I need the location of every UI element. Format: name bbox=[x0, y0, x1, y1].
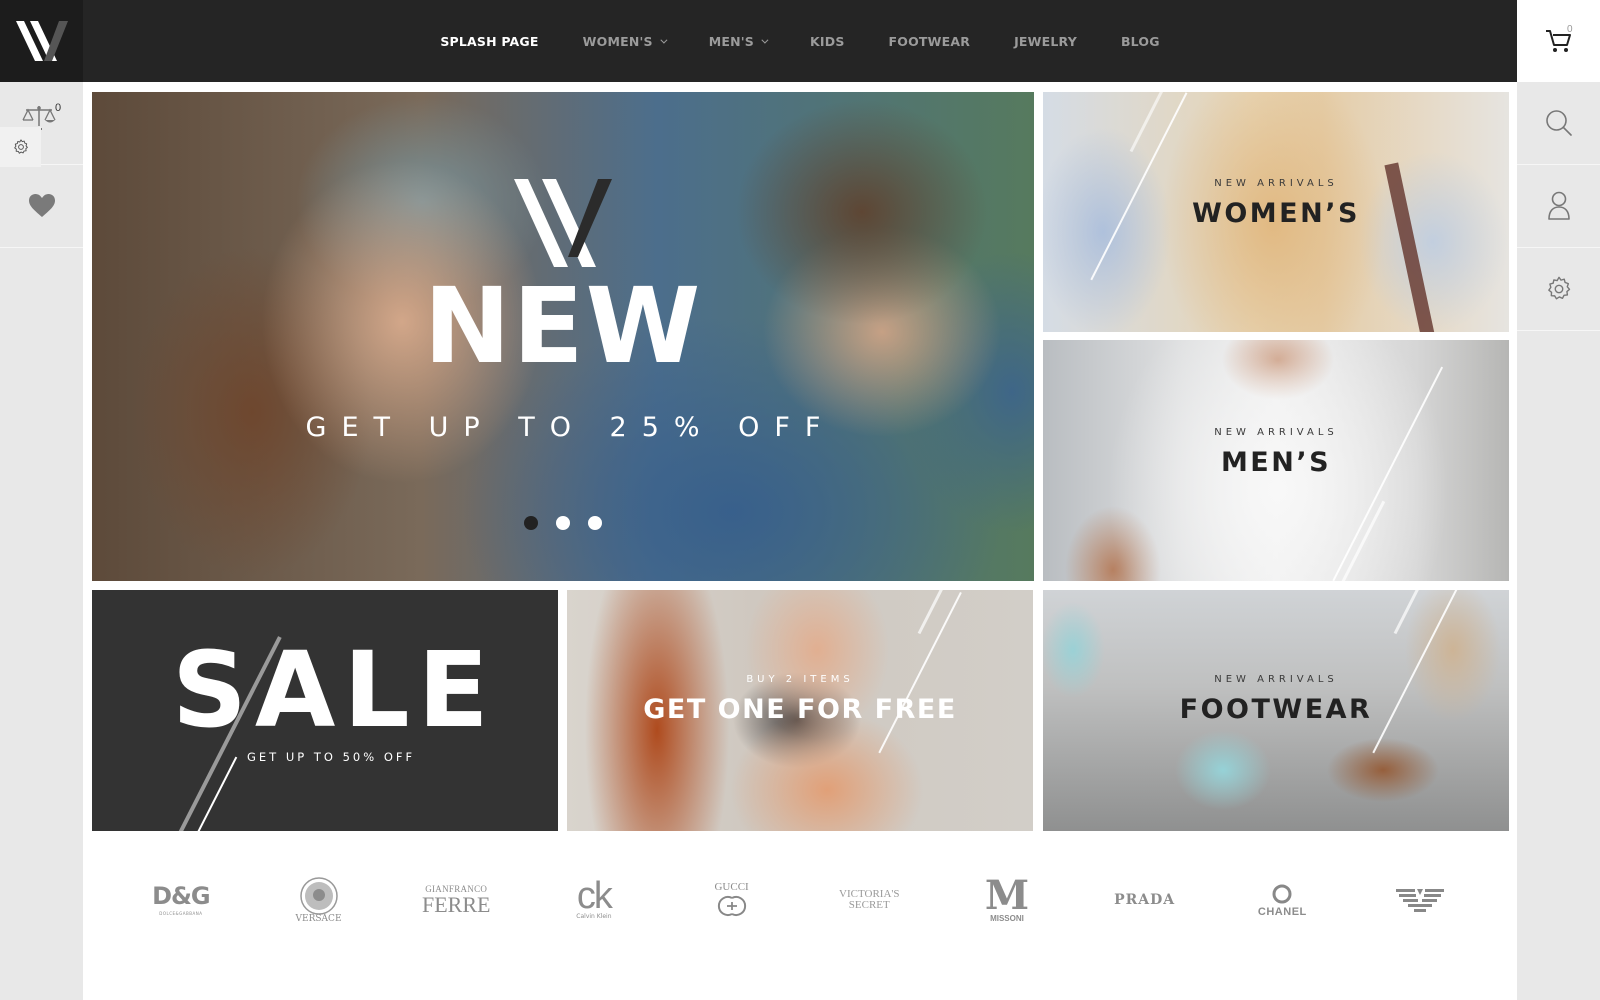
versace-medusa-icon bbox=[299, 877, 338, 915]
nav-mens[interactable]: MEN'S bbox=[687, 34, 788, 49]
chevron-down-icon bbox=[761, 36, 769, 44]
brand-victorias-secret[interactable]: VICTORIA'S SECRET bbox=[819, 865, 919, 935]
nav-label: BLOG bbox=[1120, 33, 1160, 49]
nav-womens[interactable]: WOMEN'S bbox=[561, 34, 687, 49]
gear-icon bbox=[1547, 276, 1570, 300]
right-sidebar bbox=[1517, 82, 1600, 1000]
tile-title: WOMEN’S bbox=[1192, 198, 1360, 229]
nav-label: FOOTWEAR bbox=[888, 33, 971, 49]
chevron-down-icon bbox=[660, 36, 668, 44]
nav-label: JEWELRY bbox=[1014, 33, 1077, 49]
nav-label: SPLASH PAGE bbox=[440, 33, 539, 49]
brand-gucci[interactable]: GUCCI bbox=[682, 865, 782, 935]
brand-subname: DOLCE&GABBANA bbox=[159, 911, 203, 916]
tile-eyebrow: BUY 2 ITEMS bbox=[746, 674, 854, 685]
top-header: SPLASH PAGE WOMEN'S MEN'S KIDS FOOTWEAR … bbox=[0, 0, 1600, 82]
chanel-cc-icon bbox=[1272, 884, 1292, 904]
tile-eyebrow: NEW ARRIVALS bbox=[1214, 674, 1338, 685]
hero-subtitle: GET UP TO 25% OFF bbox=[305, 412, 836, 443]
nav-footwear[interactable]: FOOTWEAR bbox=[867, 34, 993, 49]
hero-title: NEW bbox=[423, 265, 703, 387]
wishlist-button[interactable] bbox=[0, 165, 83, 248]
sale-banner-tile[interactable]: SALE GET UP TO 50% OFF bbox=[92, 590, 558, 831]
slider-dot-1[interactable] bbox=[524, 516, 538, 530]
tile-title: MEN’S bbox=[1220, 447, 1332, 478]
brand-armani[interactable] bbox=[1370, 865, 1470, 935]
decorative-line bbox=[197, 756, 237, 831]
main-nav: SPLASH PAGE WOMEN'S MEN'S KIDS FOOTWEAR … bbox=[83, 0, 1517, 82]
user-icon bbox=[1547, 191, 1570, 220]
tile-title: FOOTWEAR bbox=[1179, 694, 1373, 725]
brand-versace[interactable]: VERSACE bbox=[269, 865, 369, 935]
brand-name: PRADA bbox=[1114, 892, 1176, 908]
hero-slider[interactable]: NEW GET UP TO 25% OFF bbox=[92, 92, 1034, 581]
brand-calvin-klein[interactable]: ck Calvin Klein bbox=[544, 865, 644, 935]
brand-subname: Calvin Klein bbox=[576, 912, 612, 920]
slider-dot-3[interactable] bbox=[588, 516, 602, 530]
brand-name: FERRE bbox=[421, 892, 491, 917]
nav-splash-page[interactable]: SPLASH PAGE bbox=[418, 34, 560, 49]
settings-tab-button[interactable] bbox=[0, 127, 41, 167]
hero-logo-w-icon bbox=[514, 179, 612, 267]
brand-name: ck bbox=[576, 875, 613, 918]
mens-category-tile[interactable]: NEW ARRIVALS MEN’S bbox=[1043, 340, 1509, 581]
nav-jewelry[interactable]: JEWELRY bbox=[992, 34, 1099, 49]
brand-ferre[interactable]: GIANFRANCO FERRE bbox=[406, 865, 506, 935]
compare-button[interactable]: 0 bbox=[0, 82, 83, 167]
left-sidebar: 0 bbox=[0, 82, 83, 1000]
brand-mark: M bbox=[984, 871, 1030, 919]
decorative-line bbox=[917, 590, 944, 635]
cart-button[interactable]: 0 bbox=[1517, 0, 1600, 82]
site-logo[interactable] bbox=[0, 0, 83, 82]
brand-name: MISSONI bbox=[990, 913, 1024, 923]
brand-name: VERSACE bbox=[295, 914, 342, 924]
account-button[interactable] bbox=[1517, 165, 1600, 248]
cart-count-badge: 0 bbox=[1567, 24, 1573, 35]
nav-label: KIDS bbox=[810, 33, 845, 49]
brand-logos-row: D&G DOLCE&GABBANA VERSACE GIANFRANCO FER… bbox=[92, 860, 1509, 940]
womens-category-tile[interactable]: NEW ARRIVALS WOMEN’S bbox=[1043, 92, 1509, 332]
search-button[interactable] bbox=[1517, 82, 1600, 165]
footwear-category-tile[interactable]: NEW ARRIVALS FOOTWEAR bbox=[1043, 590, 1509, 831]
gucci-gg-icon bbox=[717, 896, 746, 916]
decorative-line bbox=[1393, 590, 1420, 635]
nav-kids[interactable]: KIDS bbox=[788, 34, 867, 49]
search-icon bbox=[1545, 110, 1572, 136]
decorative-line bbox=[878, 592, 962, 754]
sale-title: SALE bbox=[172, 629, 497, 751]
brand-name: SECRET bbox=[848, 899, 890, 911]
buy-two-get-one-promo-tile[interactable]: BUY 2 ITEMS GET ONE FOR FREE bbox=[567, 590, 1033, 831]
sale-subtitle: GET UP TO 50% OFF bbox=[247, 750, 416, 764]
brand-prada[interactable]: PRADA bbox=[1095, 865, 1195, 935]
decorative-line bbox=[1372, 590, 1458, 754]
tile-title: GET ONE FOR FREE bbox=[643, 694, 957, 725]
slider-pagination bbox=[92, 516, 1034, 530]
logo-w-icon bbox=[15, 21, 68, 61]
compare-count-badge: 0 bbox=[55, 102, 62, 114]
brand-chanel[interactable]: CHANEL bbox=[1232, 865, 1332, 935]
decorative-line bbox=[1341, 500, 1386, 581]
slider-dot-2[interactable] bbox=[556, 516, 570, 530]
armani-eagle-icon bbox=[1396, 889, 1445, 912]
nav-label: MEN'S bbox=[708, 33, 754, 49]
brand-dg[interactable]: D&G DOLCE&GABBANA bbox=[131, 865, 231, 935]
brand-missoni[interactable]: M MISSONI bbox=[957, 865, 1057, 935]
settings-button[interactable] bbox=[1517, 248, 1600, 331]
gear-icon bbox=[13, 139, 28, 154]
nav-blog[interactable]: BLOG bbox=[1099, 34, 1182, 49]
brand-name: D&G bbox=[152, 882, 211, 910]
tile-eyebrow: NEW ARRIVALS bbox=[1214, 178, 1338, 189]
nav-label: WOMEN'S bbox=[582, 33, 653, 49]
brand-name: GUCCI bbox=[714, 881, 749, 893]
heart-icon bbox=[28, 194, 55, 217]
tile-eyebrow: NEW ARRIVALS bbox=[1214, 427, 1338, 438]
brand-name: CHANEL bbox=[1257, 906, 1307, 918]
